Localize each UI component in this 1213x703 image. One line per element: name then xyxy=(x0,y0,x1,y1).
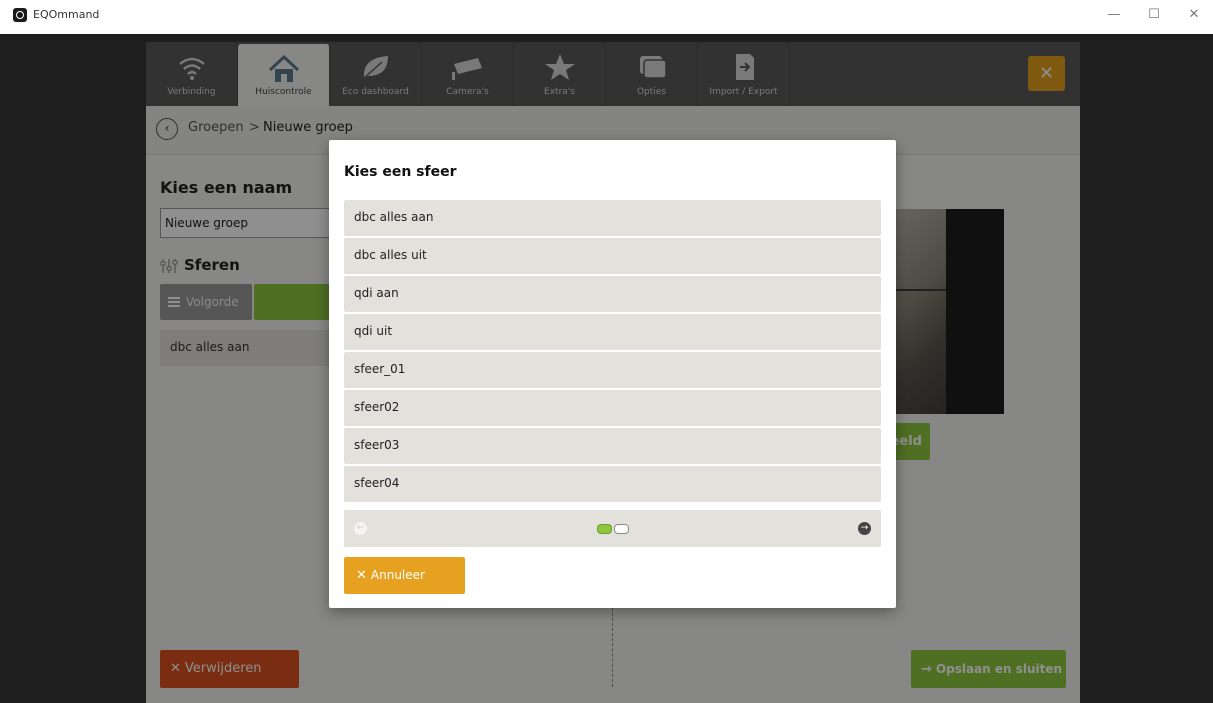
cancel-button[interactable]: ✕ Annuleer xyxy=(344,557,465,594)
choose-sfeer-dialog: Kies een sfeer dbc alles aan dbc alles u… xyxy=(329,140,896,608)
sfeer-option[interactable]: sfeer03 xyxy=(344,428,881,464)
cancel-label: Annuleer xyxy=(370,568,425,582)
sfeer-option[interactable]: sfeer_01 xyxy=(344,352,881,388)
sfeer-option[interactable]: qdi uit xyxy=(344,314,881,350)
sfeer-option[interactable]: sfeer04 xyxy=(344,466,881,502)
window-titlebar: EQOmmand — ☐ ✕ xyxy=(0,0,1213,34)
sfeer-option[interactable]: sfeer02 xyxy=(344,390,881,426)
window-close-button[interactable]: ✕ xyxy=(1183,6,1205,24)
sfeer-option[interactable]: qdi aan xyxy=(344,276,881,312)
sfeer-option[interactable]: dbc alles uit xyxy=(344,238,881,274)
dialog-title: Kies een sfeer xyxy=(344,164,457,180)
page-indicator-active[interactable] xyxy=(597,524,612,534)
minimize-button[interactable]: — xyxy=(1103,6,1125,24)
sfeer-option[interactable]: dbc alles aan xyxy=(344,200,881,236)
page-indicator[interactable] xyxy=(614,524,629,534)
app-logo-icon xyxy=(13,8,27,22)
prev-page-button[interactable]: ← xyxy=(354,522,367,535)
next-page-button[interactable]: → xyxy=(858,522,871,535)
maximize-button[interactable]: ☐ xyxy=(1143,6,1165,24)
window-title: EQOmmand xyxy=(33,8,100,21)
close-icon: ✕ xyxy=(356,568,367,583)
pagination: ← → xyxy=(344,510,881,547)
